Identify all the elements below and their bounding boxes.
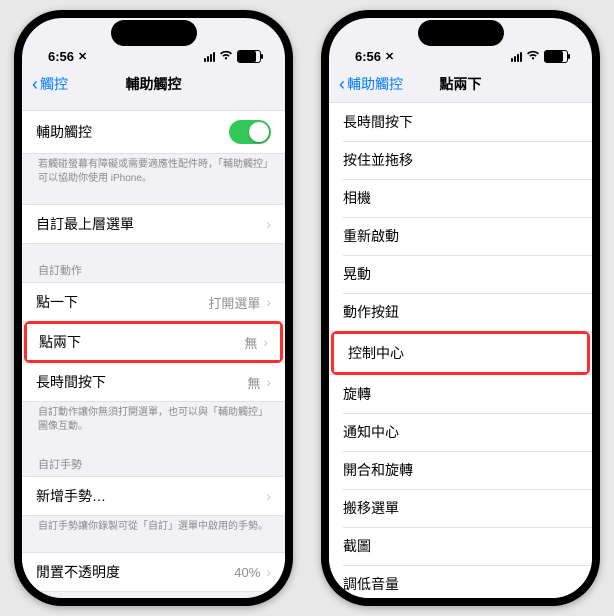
action-list: 長時間按下按住並拖移相機重新啟動晃動動作按鈕 控制中心旋轉通知中心開合和旋轉搬移… xyxy=(329,102,592,598)
cell-double-tap[interactable]: 點兩下 無 › xyxy=(27,324,280,360)
cell-new-gesture[interactable]: 新增手勢… › xyxy=(22,477,285,515)
group-header: 自訂手勢 xyxy=(22,452,285,476)
list-item[interactable]: 重新啟動 xyxy=(329,217,592,255)
group-footer: 若觸碰螢幕有障礙或需要適應性配件時，「輔助觸控」可以協助你使用 iPhone。 xyxy=(22,154,285,190)
status-time: 6:56 xyxy=(355,49,381,64)
highlight-control-center: 控制中心 xyxy=(331,331,590,375)
nav-bar: ‹ 輔助觸控 點兩下 xyxy=(329,66,592,102)
chevron-right-icon: › xyxy=(263,334,268,350)
list-item[interactable]: 長時間按下 xyxy=(329,103,592,141)
silent-icon: ✕ xyxy=(78,50,87,63)
list-item-label: 通知中心 xyxy=(343,422,399,442)
battery-icon xyxy=(544,50,568,63)
cell-label: 自訂最上層選單 xyxy=(36,214,134,234)
cell-label: 點兩下 xyxy=(39,332,81,352)
back-label: 觸控 xyxy=(40,74,68,94)
list-item[interactable]: 控制中心 xyxy=(334,334,587,372)
signal-icon xyxy=(204,52,215,62)
list-item-label: 動作按鈕 xyxy=(343,302,399,322)
cell-long-press[interactable]: 長時間按下 無 › xyxy=(22,363,285,401)
battery-icon xyxy=(237,50,261,63)
dynamic-island xyxy=(111,20,197,46)
list-item[interactable]: 搬移選單 xyxy=(329,489,592,527)
chevron-left-icon: ‹ xyxy=(32,75,38,93)
switch-label: 輔助觸控 xyxy=(36,122,92,142)
list-item[interactable]: 通知中心 xyxy=(329,413,592,451)
chevron-right-icon: › xyxy=(266,294,271,310)
toggle-switch[interactable] xyxy=(229,120,271,144)
group-customize-menu: 自訂最上層選單 › xyxy=(22,204,285,244)
silent-icon: ✕ xyxy=(385,50,394,63)
cell-value: 無 xyxy=(244,333,257,352)
list-item-label: 旋轉 xyxy=(343,384,371,404)
highlight-double-tap: 點兩下 無 › xyxy=(24,321,283,363)
dynamic-island xyxy=(418,20,504,46)
signal-icon xyxy=(511,52,522,62)
list-item-label: 重新啟動 xyxy=(343,226,399,246)
list-item-label: 相機 xyxy=(343,188,371,208)
cell-label: 長時間按下 xyxy=(36,372,106,392)
phone-frame-right: 6:56 ✕ ‹ 輔助觸控 點兩下 長時間按 xyxy=(321,10,600,606)
list-item-label: 晃動 xyxy=(343,264,371,284)
cell-idle-opacity[interactable]: 閒置不透明度 40% › xyxy=(22,553,285,591)
group-footer: 自訂手勢讓你錄製可從「自訂」選單中啟用的手勢。 xyxy=(22,516,285,538)
list-item-label: 調低音量 xyxy=(343,574,399,594)
nav-bar: ‹ 觸控 輔助觸控 xyxy=(22,66,285,102)
list-item[interactable]: 相機 xyxy=(329,179,592,217)
chevron-right-icon: › xyxy=(266,374,271,390)
list-item-label: 開合和旋轉 xyxy=(343,460,413,480)
group-assistive-switch: 輔助觸控 若觸碰螢幕有障礙或需要適應性配件時，「輔助觸控」可以協助你使用 iPh… xyxy=(22,110,285,190)
chevron-left-icon: ‹ xyxy=(339,75,345,93)
list-item[interactable]: 按住並拖移 xyxy=(329,141,592,179)
cell-value: 40% xyxy=(234,565,260,580)
cell-assistive-switch[interactable]: 輔助觸控 xyxy=(22,111,285,153)
chevron-right-icon: › xyxy=(266,564,271,580)
status-time: 6:56 xyxy=(48,49,74,64)
cell-label: 點一下 xyxy=(36,292,78,312)
list-item-label: 搬移選單 xyxy=(343,498,399,518)
chevron-right-icon: › xyxy=(266,216,271,232)
group-custom-actions: 自訂動作 點一下 打開選單 › 點兩下 xyxy=(22,258,285,438)
list-item[interactable]: 開合和旋轉 xyxy=(329,451,592,489)
cell-value: 無 xyxy=(247,373,260,392)
group-footer: 自訂動作讓你無須打開選單，也可以與「輔助觸控」圖像互動。 xyxy=(22,402,285,438)
group-opacity: 閒置不透明度 40% › xyxy=(22,552,285,592)
back-button[interactable]: ‹ 觸控 xyxy=(32,74,68,94)
list-item[interactable]: 晃動 xyxy=(329,255,592,293)
back-label: 輔助觸控 xyxy=(347,74,403,94)
list-item[interactable]: 調低音量 xyxy=(329,565,592,598)
cell-value: 打開選單 xyxy=(208,293,260,312)
list-item-label: 截圖 xyxy=(343,536,371,556)
list-item[interactable]: 動作按鈕 xyxy=(329,293,592,331)
list-item-label: 長時間按下 xyxy=(343,112,413,132)
list-item-label: 控制中心 xyxy=(348,343,404,363)
cell-label: 閒置不透明度 xyxy=(36,562,120,582)
phone-frame-left: 6:56 ✕ ‹ 觸控 輔助觸控 xyxy=(14,10,293,606)
cell-label: 新增手勢… xyxy=(36,486,106,506)
screen-right: 6:56 ✕ ‹ 輔助觸控 點兩下 長時間按 xyxy=(329,18,592,598)
group-custom-gestures: 自訂手勢 新增手勢… › 自訂手勢讓你錄製可從「自訂」選單中啟用的手勢。 xyxy=(22,452,285,538)
screen-left: 6:56 ✕ ‹ 觸控 輔助觸控 xyxy=(22,18,285,598)
list-item-label: 按住並拖移 xyxy=(343,150,413,170)
wifi-icon xyxy=(526,49,540,64)
list-item[interactable]: 旋轉 xyxy=(329,375,592,413)
cell-customize-top-menu[interactable]: 自訂最上層選單 › xyxy=(22,205,285,243)
cell-single-tap[interactable]: 點一下 打開選單 › xyxy=(22,283,285,321)
list-item[interactable]: 截圖 xyxy=(329,527,592,565)
group-header: 自訂動作 xyxy=(22,258,285,282)
wifi-icon xyxy=(219,49,233,64)
chevron-right-icon: › xyxy=(266,488,271,504)
back-button[interactable]: ‹ 輔助觸控 xyxy=(339,74,403,94)
